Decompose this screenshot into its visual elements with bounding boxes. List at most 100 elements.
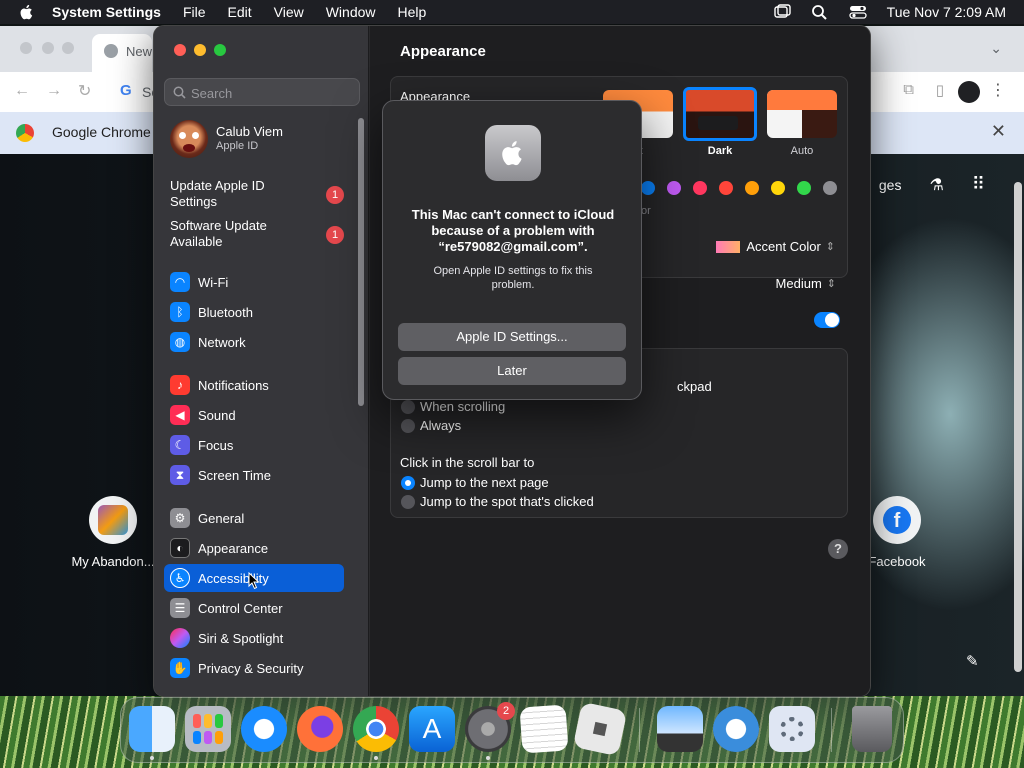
sidepanel-icon[interactable]: ▯ — [936, 81, 944, 99]
sidebar-item-label: Notifications — [198, 377, 269, 393]
forward-arrow-icon[interactable]: → — [46, 82, 62, 100]
apple-menu-icon[interactable] — [18, 3, 36, 21]
sidebar-item-notifications[interactable]: ♪ Notifications — [164, 371, 344, 399]
sidebar-item-bluetooth[interactable]: ᛒ Bluetooth — [164, 298, 344, 326]
launchpad-icon[interactable] — [185, 706, 231, 752]
sidebar-item-privacy-security[interactable]: ✋ Privacy & Security — [164, 654, 344, 682]
labs-flask-icon[interactable]: ⚗ — [929, 175, 943, 195]
chrome-zoom-button[interactable] — [62, 42, 74, 54]
theme-auto-thumb[interactable] — [767, 90, 837, 138]
search-field[interactable]: Search — [164, 78, 360, 106]
firefox-icon[interactable] — [297, 706, 343, 752]
sidebar-item-network[interactable]: ◍ Network — [164, 328, 344, 356]
finder-icon[interactable] — [129, 706, 175, 752]
chrome-scrollbar[interactable] — [1014, 182, 1022, 672]
siri-icon — [170, 628, 190, 648]
chrome-icon[interactable] — [353, 706, 399, 752]
accent-blue-swatch[interactable] — [641, 181, 655, 195]
apple-id-settings-button[interactable]: Apple ID Settings... — [398, 323, 626, 351]
textedit-icon[interactable] — [519, 704, 569, 754]
spotlight-search-icon[interactable] — [811, 4, 829, 20]
sidebar-item-sound[interactable]: ◀ Sound — [164, 401, 344, 429]
accent-green-swatch[interactable] — [797, 181, 811, 195]
alert-item-label: Software Update Available — [170, 218, 267, 249]
later-button[interactable]: Later — [398, 357, 626, 385]
profile-avatar-icon[interactable] — [958, 81, 980, 103]
appearance-icon: ◐ — [170, 538, 190, 558]
quicktime-icon[interactable] — [713, 706, 759, 752]
shortcut-label: Facebook — [868, 554, 926, 569]
search-placeholder: Search — [191, 86, 233, 101]
sidebar-item-label: General — [198, 510, 245, 526]
reload-icon[interactable]: ↻ — [78, 81, 91, 101]
extensions-icon[interactable]: ⧉ — [903, 81, 914, 98]
shortcut-my-abandon[interactable]: My Abandon... — [58, 496, 168, 569]
minimize-button[interactable] — [194, 44, 206, 56]
jump-next-page-radio[interactable] — [401, 476, 415, 490]
gear-icon[interactable] — [769, 706, 815, 752]
close-button[interactable] — [174, 44, 186, 56]
sidebar-item-general[interactable]: ⚙ General — [164, 504, 344, 532]
accent-orange-swatch[interactable] — [745, 181, 759, 195]
chrome-tab[interactable]: New — [92, 34, 152, 72]
running-indicator — [486, 756, 490, 760]
safari-icon[interactable] — [241, 706, 287, 752]
radio-label: When scrolling — [420, 399, 506, 414]
chrome-minimize-button[interactable] — [42, 42, 54, 54]
scroll-always-radio[interactable] — [401, 419, 415, 433]
trash-icon[interactable] — [852, 706, 892, 752]
sidebar-item-siri-spotlight[interactable]: Siri & Spotlight — [164, 624, 344, 652]
menu-bar: System Settings File Edit View Window He… — [0, 0, 1024, 24]
accent-yellow-swatch[interactable] — [771, 181, 785, 195]
back-arrow-icon[interactable]: ← — [14, 82, 30, 100]
radio-label: Jump to the spot that's clicked — [420, 494, 594, 509]
update-apple-id-settings-item[interactable]: Update Apple ID Settings 1 — [170, 178, 344, 210]
sidebar-item-screen-time[interactable]: ⧗ Screen Time — [164, 461, 344, 489]
chrome-close-button[interactable] — [20, 42, 32, 54]
icon-size-popup[interactable]: Medium ⇕ — [776, 276, 836, 291]
toggle-switch[interactable] — [814, 312, 840, 328]
stage-manager-icon[interactable] — [773, 4, 791, 20]
menu-view[interactable]: View — [274, 4, 304, 20]
control-center-menubar-icon[interactable] — [849, 4, 867, 20]
dock-separator — [639, 708, 640, 752]
accent-graphite-swatch[interactable] — [823, 181, 837, 195]
wifi-icon: ◠ — [170, 272, 190, 292]
sidebar-scrollbar[interactable] — [358, 118, 364, 406]
roblox-icon[interactable] — [572, 701, 628, 757]
menu-help[interactable]: Help — [398, 4, 427, 20]
apple-id-row[interactable]: Calub Viem Apple ID — [170, 118, 360, 162]
chrome-menu-icon[interactable]: ⋮ — [990, 80, 1006, 100]
theme-dark-thumb[interactable] — [683, 87, 757, 141]
apps-grid-icon[interactable]: ⠿ — [972, 174, 985, 195]
accent-purple-swatch[interactable] — [667, 181, 681, 195]
accent-pink-swatch[interactable] — [693, 181, 707, 195]
menu-edit[interactable]: Edit — [228, 4, 252, 20]
menu-file[interactable]: File — [183, 4, 206, 20]
sidebar-item-wifi[interactable]: ◠ Wi-Fi — [164, 268, 344, 296]
close-icon[interactable]: ✕ — [991, 121, 1006, 142]
menu-app-name[interactable]: System Settings — [52, 4, 161, 20]
scroll-when-scrolling-radio[interactable] — [401, 400, 415, 414]
chrome-tab-search-chevron-icon[interactable]: ⌄ — [990, 40, 1002, 57]
user-name: Calub Viem — [216, 124, 283, 139]
radio-label: Jump to the next page — [420, 475, 549, 490]
shortcut-label: My Abandon... — [71, 554, 155, 569]
sidebar-item-focus[interactable]: ☾ Focus — [164, 431, 344, 459]
menu-window[interactable]: Window — [326, 4, 376, 20]
preview-icon[interactable] — [657, 706, 703, 752]
sidebar-item-appearance[interactable]: ◐ Appearance — [164, 534, 344, 562]
show-scroll-bars-partial-label: ckpad — [677, 379, 712, 394]
software-update-item[interactable]: Software Update Available 1 — [170, 218, 344, 250]
jump-spot-clicked-radio[interactable] — [401, 495, 415, 509]
images-link[interactable]: ges — [879, 177, 902, 193]
help-button[interactable]: ? — [828, 539, 848, 559]
hand-icon: ✋ — [170, 658, 190, 678]
sidebar-item-control-center[interactable]: ☰ Control Center — [164, 594, 344, 622]
highlight-color-popup[interactable]: Accent Color ⇕ — [716, 239, 835, 254]
edit-pencil-icon[interactable]: ✎ — [966, 652, 979, 670]
accent-red-swatch[interactable] — [719, 181, 733, 195]
menubar-clock[interactable]: Tue Nov 7 2:09 AM — [887, 4, 1006, 20]
app-store-icon[interactable]: A — [409, 706, 455, 752]
zoom-button[interactable] — [214, 44, 226, 56]
